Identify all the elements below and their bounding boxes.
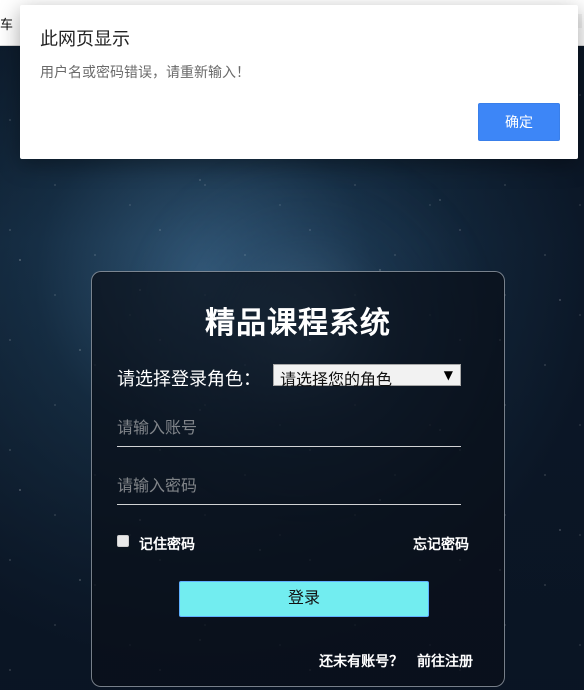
dialog-ok-button[interactable]: 确定 [478, 103, 560, 141]
register-link[interactable]: 前往注册 [417, 653, 473, 669]
dropdown-arrow-icon: ▼ [443, 368, 453, 382]
login-panel: 精品课程系统 请选择登录角色： 请选择您的角色 ▼ 记住密码 忘记密码 登录 还… [91, 271, 505, 687]
role-select[interactable]: 请选择您的角色 ▼ [273, 364, 461, 389]
username-field [117, 412, 461, 447]
remember-checkbox[interactable] [117, 535, 129, 547]
dialog-title: 此网页显示 [40, 29, 130, 49]
password-field [117, 470, 461, 505]
login-button[interactable]: 登录 [179, 581, 429, 617]
browser-left-label: 车 [0, 17, 14, 32]
register-prompt: 还未有账号？ [319, 653, 404, 669]
alert-dialog: 此网页显示 用户名或密码错误，请重新输入！ 确定 [20, 5, 578, 159]
remember-row: 记住密码 忘记密码 [117, 534, 469, 556]
forgot-password-link[interactable]: 忘记密码 [413, 534, 469, 554]
role-select-row: 请选择登录角色： 请选择您的角色 ▼ [117, 364, 477, 390]
register-row: 还未有账号？ 前往注册 [319, 651, 473, 671]
dialog-message: 用户名或密码错误，请重新输入！ [40, 64, 250, 80]
login-title: 精品课程系统 [205, 307, 391, 340]
remember-label[interactable]: 记住密码 [139, 534, 195, 554]
role-label: 请选择登录角色： [117, 369, 261, 389]
password-input[interactable] [117, 473, 461, 501]
role-select-value: 请选择您的角色 [280, 372, 393, 389]
username-input[interactable] [117, 415, 461, 443]
